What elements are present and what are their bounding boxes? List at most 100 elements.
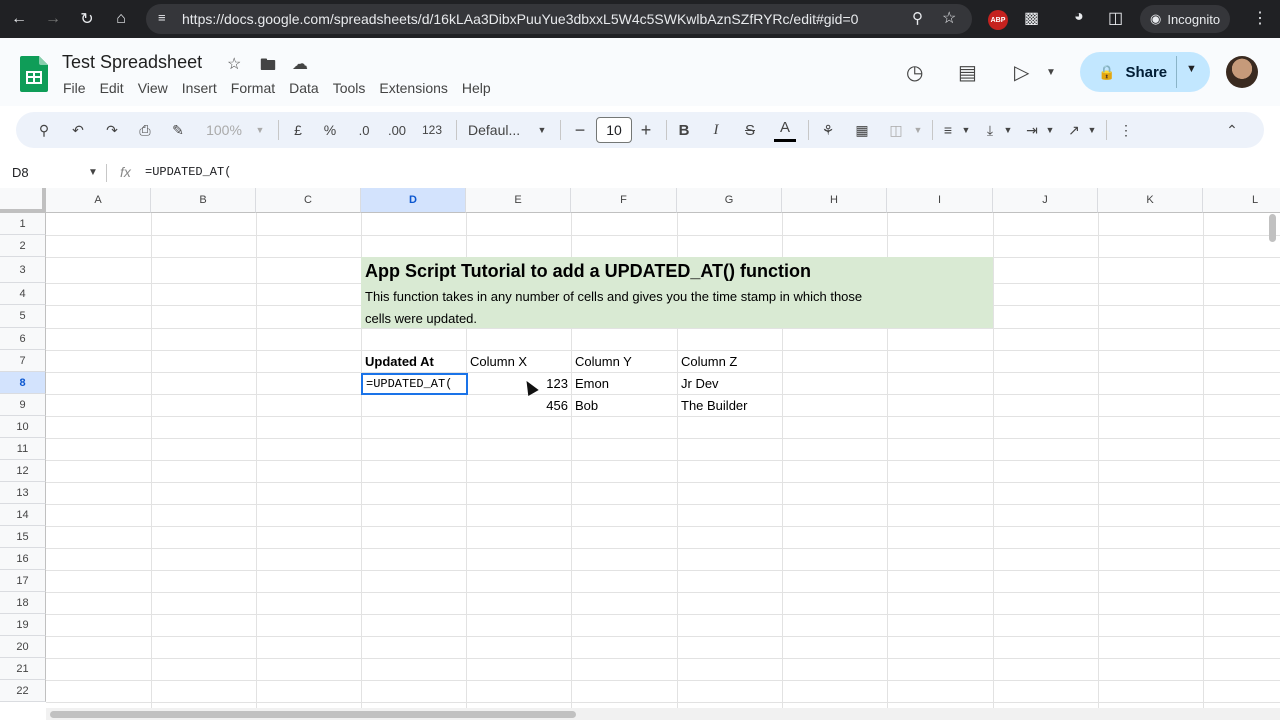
horizontal-align-icon[interactable]: ≡ [938, 112, 958, 148]
row-header-10[interactable]: 10 [0, 416, 46, 438]
version-history-icon[interactable]: ◷ [906, 60, 923, 85]
text-color-button[interactable]: A [774, 116, 796, 142]
menu-view[interactable]: View [138, 80, 168, 96]
row-header-21[interactable]: 21 [0, 658, 46, 680]
column-header-e[interactable]: E [466, 188, 571, 213]
font-caret-icon[interactable]: ▼ [536, 112, 548, 148]
spreadsheet-grid[interactable]: A B C D E F G H I J K L 1 2 3 4 5 6 7 8 … [0, 188, 1280, 708]
column-header-i[interactable]: I [887, 188, 993, 213]
move-folder-icon[interactable]: 🖿 [260, 54, 276, 81]
row-header-22[interactable]: 22 [0, 680, 46, 702]
row-header-3[interactable]: 3 [0, 257, 46, 283]
adblock-extension-icon[interactable]: ABP [988, 10, 1008, 30]
row-header-15[interactable]: 15 [0, 526, 46, 548]
performance-icon[interactable]: ◕ [1074, 8, 1084, 26]
column-header-g[interactable]: G [677, 188, 782, 213]
cell-d7[interactable]: Updated At [365, 354, 434, 369]
cell-e8[interactable]: 123 [466, 376, 568, 391]
merge-cells-icon[interactable]: ◫ [886, 112, 906, 148]
menu-help[interactable]: Help [462, 80, 491, 96]
banner-description-line-1[interactable]: This function takes in any number of cel… [365, 289, 862, 304]
italic-button[interactable]: I [708, 112, 724, 148]
more-options-icon[interactable]: ⋮ [1116, 112, 1136, 148]
borders-icon[interactable]: ▦ [852, 112, 872, 148]
row-header-14[interactable]: 14 [0, 504, 46, 526]
formula-input[interactable]: =UPDATED_AT( [145, 165, 231, 179]
row-header-16[interactable]: 16 [0, 548, 46, 570]
address-bar[interactable]: ≡ https://docs.google.com/spreadsheets/d… [146, 4, 972, 34]
banner-description-line-2[interactable]: cells were updated. [365, 311, 477, 326]
search-menus-icon[interactable]: ⚲ [34, 112, 54, 148]
row-header-11[interactable]: 11 [0, 438, 46, 460]
row-header-9[interactable]: 9 [0, 394, 46, 416]
text-rotation-icon[interactable]: ↗ [1064, 112, 1084, 148]
active-cell-d8[interactable]: =UPDATED_AT( [361, 373, 468, 395]
cell-d8-editor[interactable]: =UPDATED_AT( [366, 377, 452, 391]
name-box[interactable]: D8 [12, 165, 29, 180]
incognito-badge[interactable]: ◉ Incognito [1140, 5, 1231, 33]
cell-f9[interactable]: Bob [575, 398, 598, 413]
column-header-l[interactable]: L [1203, 188, 1280, 213]
more-formats-button[interactable]: 123 [418, 112, 446, 148]
column-header-h[interactable]: H [782, 188, 887, 213]
redo-icon[interactable]: ↷ [102, 112, 122, 148]
bookmark-star-icon[interactable]: ☆ [942, 8, 956, 28]
side-panel-icon[interactable]: ◫ [1108, 8, 1123, 28]
forward-icon[interactable]: → [38, 4, 68, 34]
row-header-8[interactable]: 8 [0, 372, 46, 394]
meet-caret-icon[interactable]: ▼ [1046, 67, 1056, 78]
row-header-6[interactable]: 6 [0, 328, 46, 350]
zoom-icon[interactable]: ⚲ [912, 9, 923, 27]
horizontal-scrollbar[interactable] [46, 708, 1280, 720]
column-header-b[interactable]: B [151, 188, 256, 213]
row-header-17[interactable]: 17 [0, 570, 46, 592]
menu-data[interactable]: Data [289, 80, 319, 96]
cell-g7[interactable]: Column Z [681, 354, 737, 369]
decrease-font-size-icon[interactable]: − [572, 112, 588, 148]
text-wrapping-caret-icon[interactable]: ▼ [1044, 112, 1056, 148]
undo-icon[interactable]: ↶ [68, 112, 88, 148]
decrease-decimal-button[interactable]: .0 [352, 112, 376, 148]
sheets-logo-icon[interactable] [20, 56, 48, 92]
vertical-align-icon[interactable]: ⤓ [980, 112, 1000, 148]
column-header-k[interactable]: K [1098, 188, 1203, 213]
increase-decimal-button[interactable]: .00 [384, 112, 410, 148]
document-title[interactable]: Test Spreadsheet [62, 52, 202, 73]
share-options-caret-icon[interactable]: ▼ [1186, 63, 1197, 75]
row-header-5[interactable]: 5 [0, 305, 46, 328]
meet-camera-icon[interactable]: ▷ [1014, 60, 1029, 85]
row-header-13[interactable]: 13 [0, 482, 46, 504]
row-header-19[interactable]: 19 [0, 614, 46, 636]
increase-font-size-icon[interactable]: + [638, 112, 654, 148]
merge-caret-icon[interactable]: ▼ [912, 112, 924, 148]
vertical-align-caret-icon[interactable]: ▼ [1002, 112, 1014, 148]
menu-tools[interactable]: Tools [333, 80, 366, 96]
row-header-7[interactable]: 7 [0, 350, 46, 372]
row-header-18[interactable]: 18 [0, 592, 46, 614]
row-header-2[interactable]: 2 [0, 235, 46, 257]
row-header-12[interactable]: 12 [0, 460, 46, 482]
avatar[interactable] [1226, 56, 1258, 88]
fill-color-icon[interactable]: ⚘ [818, 112, 838, 148]
menu-edit[interactable]: Edit [100, 80, 124, 96]
percent-format-button[interactable]: % [320, 112, 340, 148]
vertical-scrollbar-thumb[interactable] [1269, 214, 1276, 242]
text-wrapping-icon[interactable]: ⇥ [1022, 112, 1042, 148]
share-button[interactable]: 🔒 Share ▼ [1080, 52, 1210, 92]
cell-f7[interactable]: Column Y [575, 354, 632, 369]
name-box-caret-icon[interactable]: ▼ [88, 167, 98, 178]
cell-f8[interactable]: Emon [575, 376, 609, 391]
column-header-f[interactable]: F [571, 188, 677, 213]
column-header-d[interactable]: D [361, 188, 466, 213]
extensions-puzzle-icon[interactable]: ▩ [1024, 8, 1039, 28]
menu-extensions[interactable]: Extensions [379, 80, 447, 96]
browser-menu-icon[interactable]: ⋮ [1252, 8, 1268, 28]
select-all-corner[interactable] [0, 188, 46, 213]
font-size-input[interactable]: 10 [596, 117, 632, 143]
row-header-20[interactable]: 20 [0, 636, 46, 658]
bold-button[interactable]: B [676, 112, 692, 148]
cell-e7[interactable]: Column X [470, 354, 527, 369]
reload-icon[interactable]: ↻ [72, 4, 102, 34]
comments-icon[interactable]: ▤ [958, 60, 977, 85]
column-header-a[interactable]: A [46, 188, 151, 213]
